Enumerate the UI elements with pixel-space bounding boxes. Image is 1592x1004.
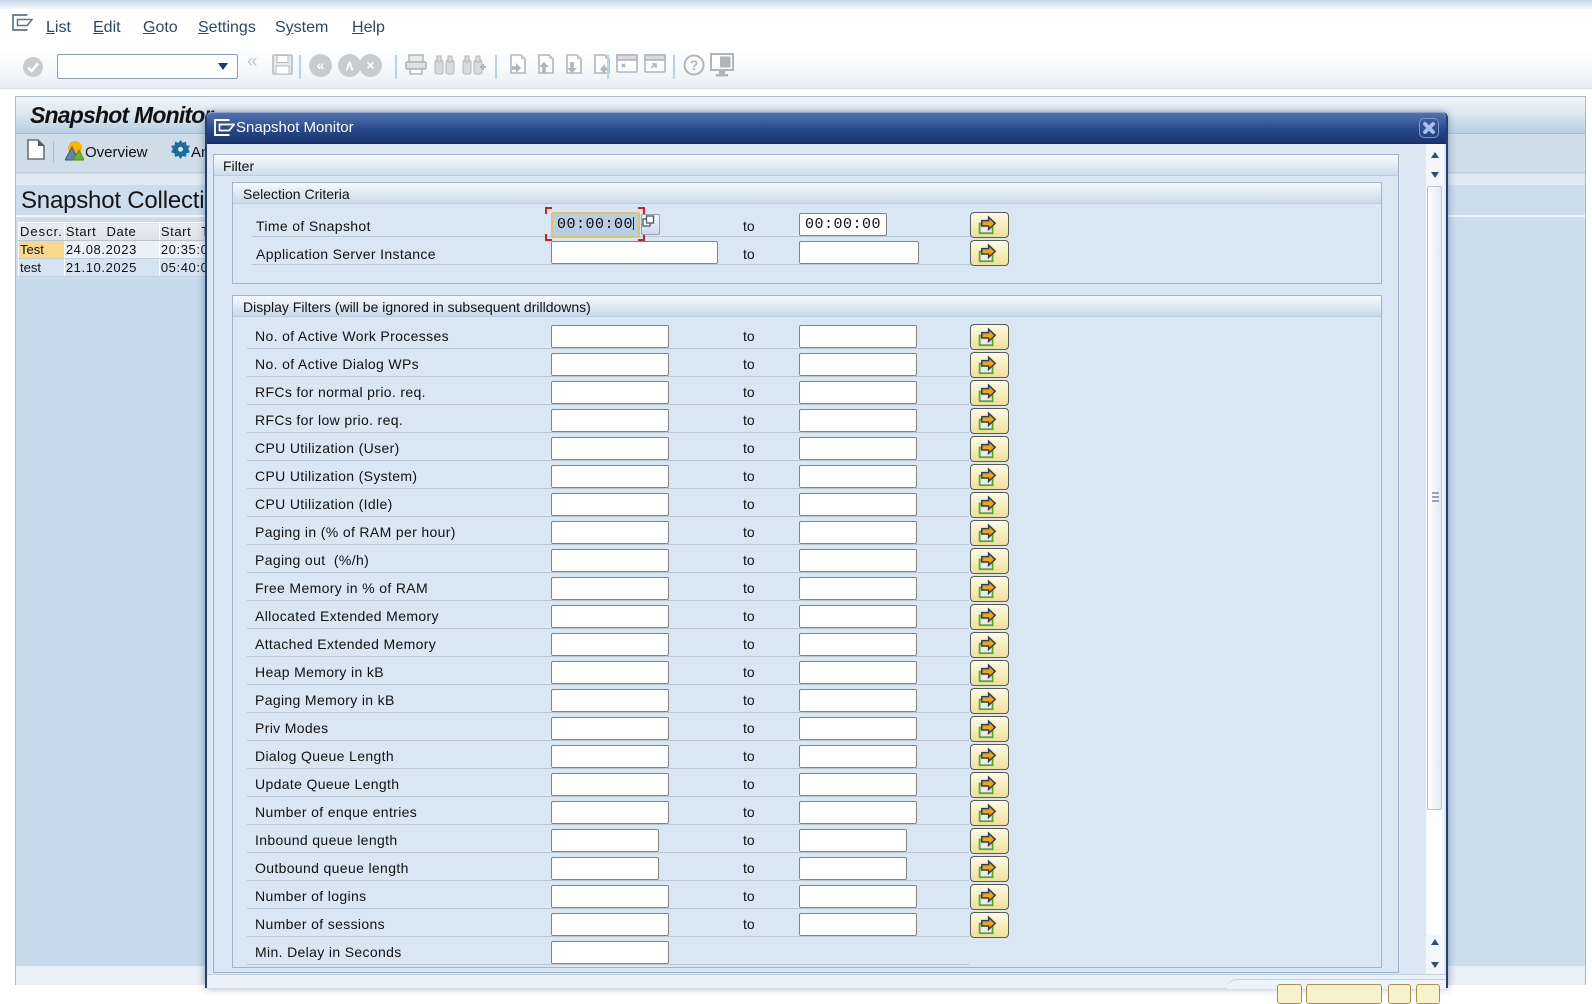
svg-text:?: ? xyxy=(690,57,699,73)
